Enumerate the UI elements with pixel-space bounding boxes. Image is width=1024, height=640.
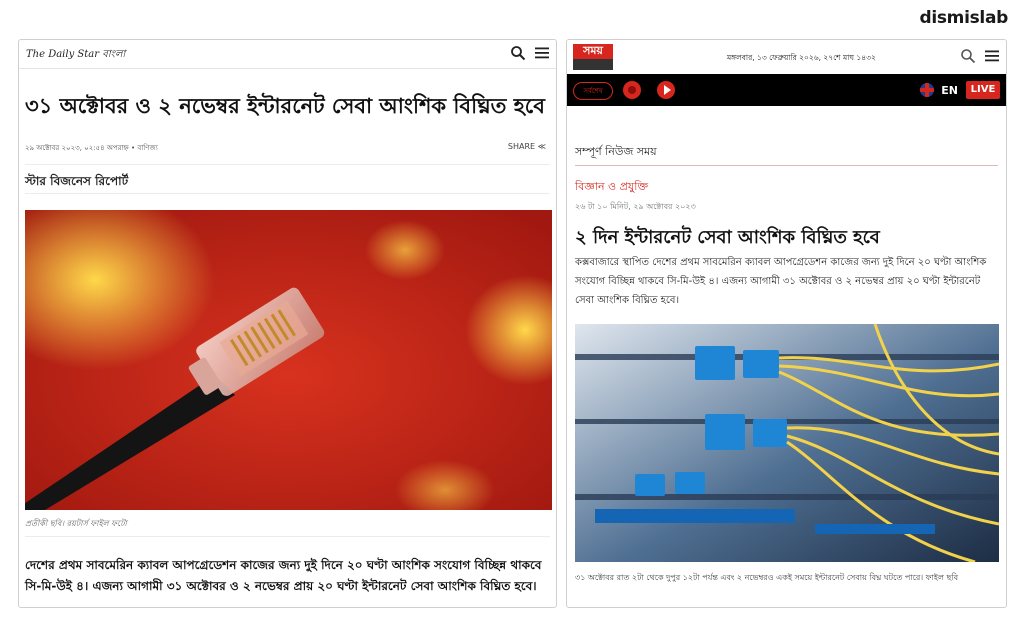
current-date: মঙ্গলবার, ১৩ ফেব্রুয়ারি ২০২৬, ২৭শে মাঘ … [727, 53, 876, 62]
divider [25, 164, 550, 165]
daily-star-article-card: The Daily Star বাংলা ৩১ অক্টোবর ও ২ নভেম… [18, 39, 557, 608]
share-button[interactable]: SHARE ≪ [508, 142, 546, 151]
nav-bar: সর্বশেষ EN LIVE [567, 74, 1006, 106]
search-icon[interactable] [960, 48, 976, 64]
publish-date: ২৯ অক্টোবর ২০২৩, ০২:৫৪ অপরাহ্ন • বাণিজ্য [25, 144, 158, 152]
site-logo[interactable]: সময় [573, 44, 613, 70]
article-image [575, 324, 999, 562]
live-button[interactable]: LIVE [966, 81, 1000, 99]
language-toggle[interactable]: EN [941, 84, 958, 97]
image-caption: প্রতীকী ছবি। রয়টার্স ফাইল ফটো [25, 519, 127, 528]
menu-icon[interactable] [984, 48, 1000, 64]
latest-news-button[interactable]: সর্বশেষ [573, 82, 613, 100]
search-icon[interactable] [510, 45, 526, 61]
menu-icon[interactable] [534, 45, 550, 61]
article-image [25, 210, 552, 510]
site-header: সময় মঙ্গলবার, ১৩ ফেব্রুয়ারি ২০২৬, ২৭শে… [567, 40, 1006, 74]
article-body: দেশের প্রথম সাবমেরিন ক্যাবল আপগ্রেডেশন ক… [25, 558, 542, 593]
article-headline: ৩১ অক্টোবর ও ২ নভেম্বর ইন্টারনেট সেবা আং… [25, 94, 545, 118]
map-graphic [573, 59, 613, 70]
publish-date: ২৬ টা ১০ মিনিট, ২৯ অক্টোবর ২০২৩ [575, 202, 696, 211]
article-meta: ২৯ অক্টোবর ২০২৩, ০২:৫৪ অপরাহ্ন • বাণিজ্য… [25, 142, 550, 156]
uk-flag-icon[interactable] [920, 83, 934, 97]
site-header: The Daily Star বাংলা [19, 40, 556, 69]
play-icon[interactable] [657, 81, 675, 99]
brand-logo: dismislab [919, 8, 1008, 28]
article-headline: ২ দিন ইন্টারনেট সেবা আংশিক বিঘ্নিত হবে [575, 227, 880, 248]
byline: স্টার বিজনেস রিপোর্ট [25, 174, 129, 188]
image-caption: ৩১ অক্টোবর রাত ২টা থেকে দুপুর ১২টা পর্যন… [575, 573, 959, 582]
divider [25, 536, 550, 537]
article-summary: কক্সবাজারে স্থাপিত দেশের প্রথম সাবমেরিন … [575, 257, 987, 306]
site-logo-text: সময় [583, 44, 603, 57]
category-link[interactable]: বিজ্ঞান ও প্রযুক্তি [575, 178, 648, 197]
section-title: সম্পূর্ণ নিউজ সময় [575, 145, 657, 158]
site-logo[interactable]: The Daily Star বাংলা [26, 47, 125, 64]
divider [575, 165, 998, 166]
somoy-article-card: সময় মঙ্গলবার, ১৩ ফেব্রুয়ারি ২০২৬, ২৭শে… [566, 39, 1007, 608]
divider [25, 193, 550, 194]
record-icon[interactable] [623, 81, 641, 99]
